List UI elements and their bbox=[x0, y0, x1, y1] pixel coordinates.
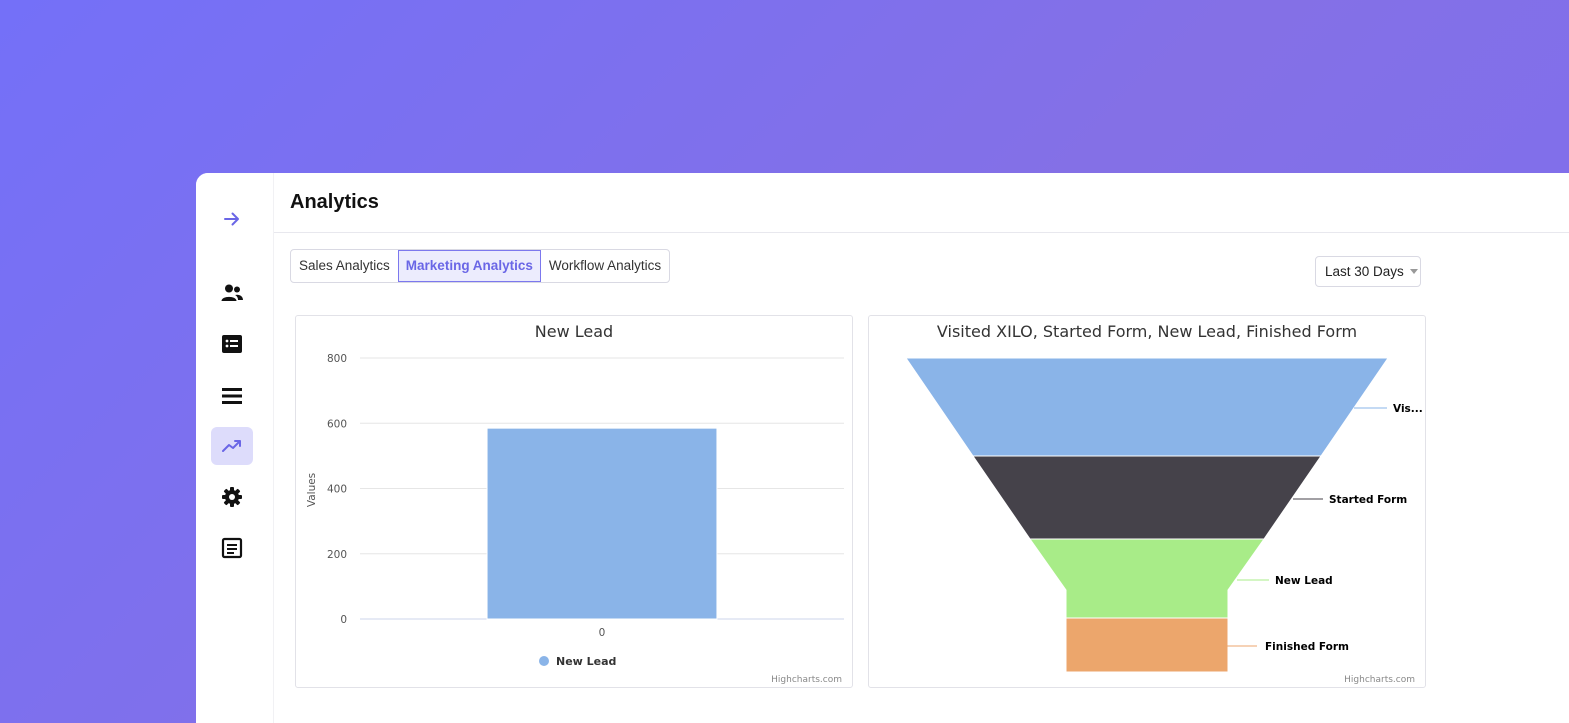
funnel-label: Finished Form bbox=[1265, 641, 1349, 653]
chevron-down-icon bbox=[1409, 269, 1418, 274]
legend-marker[interactable] bbox=[539, 656, 549, 666]
funnel-segment[interactable] bbox=[1065, 617, 1229, 673]
bar-chart: New Lead 0 200 400 600 800 Values 0 New Lead… bbox=[306, 322, 844, 685]
sidebar bbox=[196, 173, 274, 723]
tab-marketing-analytics[interactable]: Marketing Analytics bbox=[397, 250, 541, 282]
bar[interactable] bbox=[486, 427, 718, 620]
funnel-segment[interactable] bbox=[972, 455, 1322, 540]
page-title: Analytics bbox=[290, 191, 379, 213]
expand-sidebar-button[interactable] bbox=[211, 200, 253, 238]
gear-icon bbox=[222, 487, 242, 507]
y-tick-label: 200 bbox=[327, 549, 347, 561]
highcharts-credit-funnel[interactable]: Highcharts.com bbox=[1344, 675, 1415, 685]
funnel-chart-card: Visited XILO, Started Form, New Lead, Fi… bbox=[868, 315, 1426, 688]
sidebar-item-list[interactable] bbox=[211, 325, 253, 363]
list-card-icon bbox=[222, 335, 242, 353]
sidebar-item-analytics[interactable] bbox=[211, 427, 253, 465]
y-axis-label: Values bbox=[306, 473, 318, 507]
bar-chart-card: New Lead 0 200 400 600 800 Values 0 New Lead… bbox=[295, 315, 853, 688]
sidebar-item-menu[interactable] bbox=[211, 377, 253, 415]
y-tick-label: 600 bbox=[327, 418, 347, 430]
bar-chart-title: New Lead bbox=[535, 322, 613, 341]
y-tick-label: 0 bbox=[340, 614, 347, 626]
sidebar-item-settings[interactable] bbox=[211, 478, 253, 516]
menu-icon bbox=[222, 388, 242, 404]
highcharts-credit[interactable]: Highcharts.com bbox=[771, 675, 842, 685]
y-tick-label: 800 bbox=[327, 353, 347, 365]
funnel-chart: Visited XILO, Started Form, New Lead, Fi… bbox=[905, 322, 1423, 685]
form-icon bbox=[221, 537, 243, 559]
sidebar-item-contacts[interactable] bbox=[211, 274, 253, 312]
funnel-chart-title: Visited XILO, Started Form, New Lead, Fi… bbox=[937, 322, 1357, 341]
arrow-right-icon bbox=[224, 212, 239, 226]
funnel-label: Vis... bbox=[1393, 403, 1423, 415]
x-tick-label: 0 bbox=[599, 627, 606, 639]
funnel-label: New Lead bbox=[1275, 575, 1333, 587]
legend-new-lead[interactable]: New Lead bbox=[556, 655, 616, 668]
funnel-segment[interactable] bbox=[905, 357, 1389, 457]
y-tick-label: 400 bbox=[327, 484, 347, 496]
trend-up-icon bbox=[222, 440, 241, 452]
analytics-tabs: Sales Analytics Marketing Analytics Work… bbox=[290, 249, 671, 283]
sidebar-item-forms[interactable] bbox=[211, 529, 253, 567]
main-content: Analytics Sales Analytics Marketing Anal… bbox=[274, 173, 1569, 723]
tab-workflow-analytics[interactable]: Workflow Analytics bbox=[541, 250, 669, 282]
tab-sales-analytics[interactable]: Sales Analytics bbox=[291, 250, 398, 282]
funnel-label: Started Form bbox=[1329, 494, 1407, 506]
app-window: Analytics Sales Analytics Marketing Anal… bbox=[196, 173, 1569, 723]
funnel-segment[interactable] bbox=[1029, 538, 1265, 619]
users-icon bbox=[221, 284, 243, 301]
date-range-value: Last 30 Days bbox=[1325, 264, 1404, 279]
date-range-select[interactable]: Last 30 Days bbox=[1315, 256, 1421, 287]
page-header: Analytics bbox=[274, 173, 1569, 233]
